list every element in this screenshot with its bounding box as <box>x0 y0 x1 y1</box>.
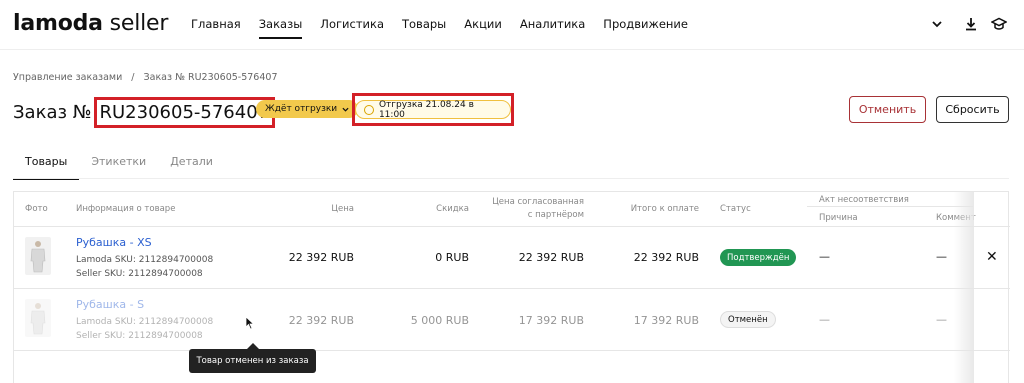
nav-item-promotions[interactable]: Акции <box>464 17 502 39</box>
shipment-highlight: Отгрузка 21.08.24 в 11:00 <box>352 93 514 126</box>
row-divider <box>14 350 1010 351</box>
column-header-discount: Скидка <box>436 204 469 214</box>
discount-value: 5 000 RUB <box>410 314 469 327</box>
product-name-link[interactable]: Рубашка - XS <box>76 236 152 249</box>
status-badge: Отменён <box>720 311 776 328</box>
column-header-reason: Причина <box>819 213 858 223</box>
agreed-price-line-2: с партнёром <box>527 210 584 220</box>
nav-item-advertising[interactable]: Продвижение <box>603 17 688 39</box>
lamoda-sku: Lamoda SKU: 2112894700008 <box>76 317 214 327</box>
total-value: 22 392 RUB <box>633 251 699 264</box>
order-number-highlight: RU230605-576407 <box>93 97 276 128</box>
header-divider <box>14 226 1010 227</box>
mouse-cursor-icon <box>245 316 255 330</box>
breadcrumb: Управление заказами / Заказ № RU230605-5… <box>13 72 278 83</box>
main-nav: Главная Заказы Логистика Товары Акции Ан… <box>191 17 706 39</box>
discount-value: 0 RUB <box>435 251 469 264</box>
clock-icon <box>364 104 374 115</box>
nav-item-orders[interactable]: Заказы <box>258 17 303 39</box>
order-status-badge[interactable]: Ждёт отгрузки <box>256 100 359 118</box>
cancel-order-button[interactable]: Отменить <box>849 96 926 123</box>
product-photo[interactable] <box>25 237 51 275</box>
product-name-link[interactable]: Рубашка - S <box>76 298 144 311</box>
comment-value: — <box>936 313 947 326</box>
row-divider <box>14 288 1010 289</box>
lamoda-sku: Lamoda SKU: 2112894700008 <box>76 255 214 265</box>
column-header-photo: Фото <box>25 204 48 214</box>
tab-details[interactable]: Детали <box>158 155 225 180</box>
price-value: 22 392 RUB <box>288 314 354 327</box>
nav-item-logistics[interactable]: Логистика <box>320 17 384 39</box>
price-value: 22 392 RUB <box>288 251 354 264</box>
chevron-down-icon[interactable] <box>928 15 946 33</box>
column-header-price: Цена <box>331 204 354 214</box>
graduation-cap-icon[interactable] <box>990 15 1008 33</box>
nav-item-products[interactable]: Товары <box>402 17 446 39</box>
page-title: Заказ № RU230605-576407 <box>13 97 276 128</box>
order-items-table: Фото Информация о товаре Цена Скидка Цен… <box>13 191 1010 383</box>
nav-item-analytics[interactable]: Аналитика <box>520 17 585 39</box>
breadcrumb-separator: / <box>131 72 135 83</box>
shipment-label: Отгрузка 21.08.24 в 11:00 <box>378 99 474 120</box>
reset-button[interactable]: Сбросить <box>936 96 1009 123</box>
chevron-down-icon <box>342 107 349 112</box>
comment-value: — <box>936 250 947 263</box>
tab-labels[interactable]: Этикетки <box>79 155 158 180</box>
tabs-divider <box>13 178 1009 179</box>
agreed-price-value: 17 392 RUB <box>518 314 584 327</box>
reason-value: — <box>819 313 830 326</box>
shipment-badge: Отгрузка 21.08.24 в 11:00 <box>355 99 511 120</box>
lamoda-seller-logo[interactable]: lamoda seller <box>13 11 168 36</box>
tabs: Товары Этикетки Детали <box>13 155 225 180</box>
close-icon[interactable]: ✕ <box>986 249 998 265</box>
breadcrumb-current: Заказ № RU230605-576407 <box>143 72 278 83</box>
seller-sku: Seller SKU: 2112894700008 <box>76 331 203 341</box>
download-icon[interactable] <box>962 15 980 33</box>
tooltip: Товар отменен из заказа <box>189 349 316 373</box>
act-header-divider <box>807 206 973 207</box>
column-header-total: Итого к оплате <box>630 204 699 214</box>
reason-value: — <box>819 250 830 263</box>
seller-sku: Seller SKU: 2112894700008 <box>76 269 203 279</box>
order-number: RU230605-576407 <box>99 102 270 123</box>
scroll-fade <box>954 192 974 383</box>
tab-products[interactable]: Товары <box>13 155 80 180</box>
order-status-label: Ждёт отгрузки <box>265 104 338 114</box>
logo-main-text: lamoda <box>13 11 103 36</box>
status-badge: Подтверждён <box>720 249 797 266</box>
column-header-status: Статус <box>720 204 751 214</box>
breadcrumb-orders-link[interactable]: Управление заказами <box>13 72 122 83</box>
title-prefix: Заказ № <box>13 102 92 123</box>
top-navigation-bar: lamoda seller Главная Заказы Логистика Т… <box>0 0 1024 50</box>
logo-sub-text: seller <box>109 11 169 36</box>
column-header-agreed-price: Цена согласованная с партнёром <box>484 196 584 222</box>
product-photo[interactable] <box>25 299 51 337</box>
column-header-info: Информация о товаре <box>76 204 176 214</box>
total-value: 17 392 RUB <box>633 314 699 327</box>
agreed-price-value: 22 392 RUB <box>518 251 584 264</box>
nav-item-home[interactable]: Главная <box>191 17 241 39</box>
agreed-price-line-1: Цена согласованная <box>492 197 584 207</box>
